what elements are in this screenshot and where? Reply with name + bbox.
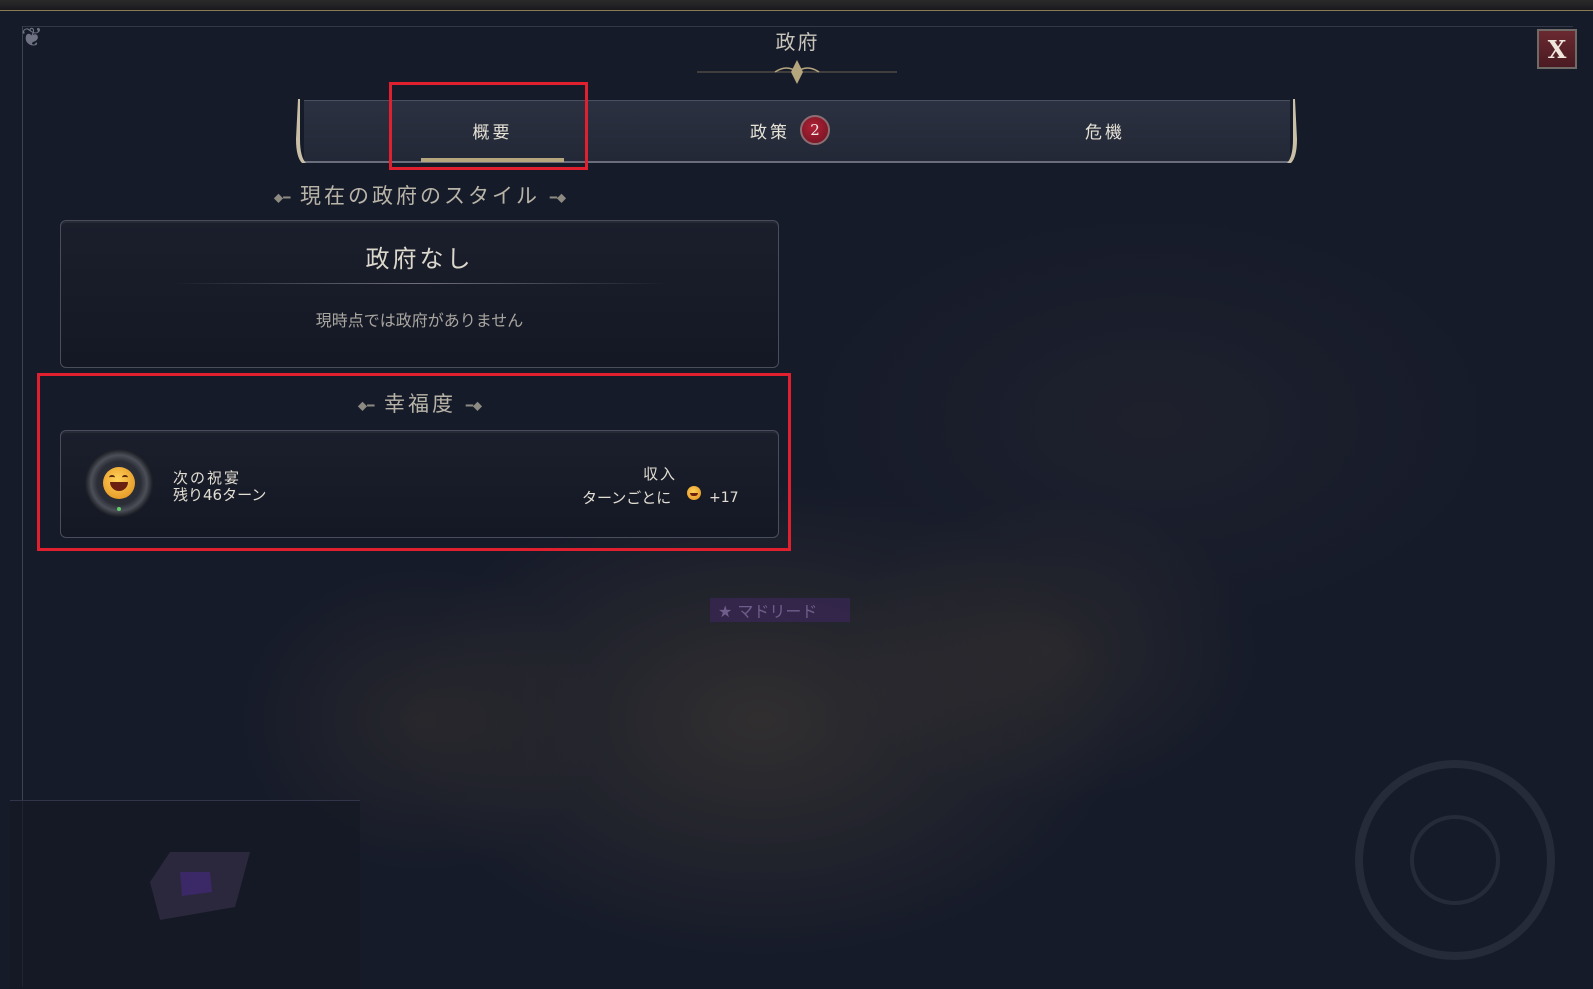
- highlight-box-overview-tab: [389, 82, 588, 170]
- window-title: 政府: [775, 30, 820, 54]
- tab-crises[interactable]: 危機: [1010, 100, 1200, 160]
- header-left-ornament-icon: ◆━: [273, 190, 291, 205]
- government-name: 政府なし: [365, 245, 474, 273]
- tab-bar-left-cap: [296, 99, 306, 163]
- government-style-panel: 政府なし 現時点では政府がありません: [60, 220, 779, 368]
- tab-policies-label: 政策: [750, 122, 790, 143]
- policies-count-badge: 2: [800, 115, 830, 145]
- title-ornament-icon: [697, 60, 897, 84]
- header-right-ornament-icon: ━◆: [549, 190, 567, 205]
- tab-policies[interactable]: 政策 2: [680, 100, 900, 160]
- tab-crises-label: 危機: [1085, 122, 1125, 143]
- highlight-box-happiness: [37, 373, 791, 551]
- minimap-territory: [150, 852, 250, 920]
- close-button[interactable]: X: [1537, 29, 1577, 69]
- government-description: 現時点では政府がありません: [315, 311, 524, 330]
- government-style-header-text: 現在の政府のスタイル: [300, 184, 540, 208]
- government-style-header: ◆━ 現在の政府のスタイル ━◆: [60, 180, 780, 210]
- panel-divider: [171, 283, 668, 284]
- compass-center: [1410, 815, 1500, 905]
- tab-bar-right-cap: [1287, 99, 1297, 163]
- top-status-bar: [0, 0, 1593, 11]
- city-banner: ★ マドリード: [710, 598, 850, 622]
- corner-ornament-icon: ❦: [21, 23, 43, 53]
